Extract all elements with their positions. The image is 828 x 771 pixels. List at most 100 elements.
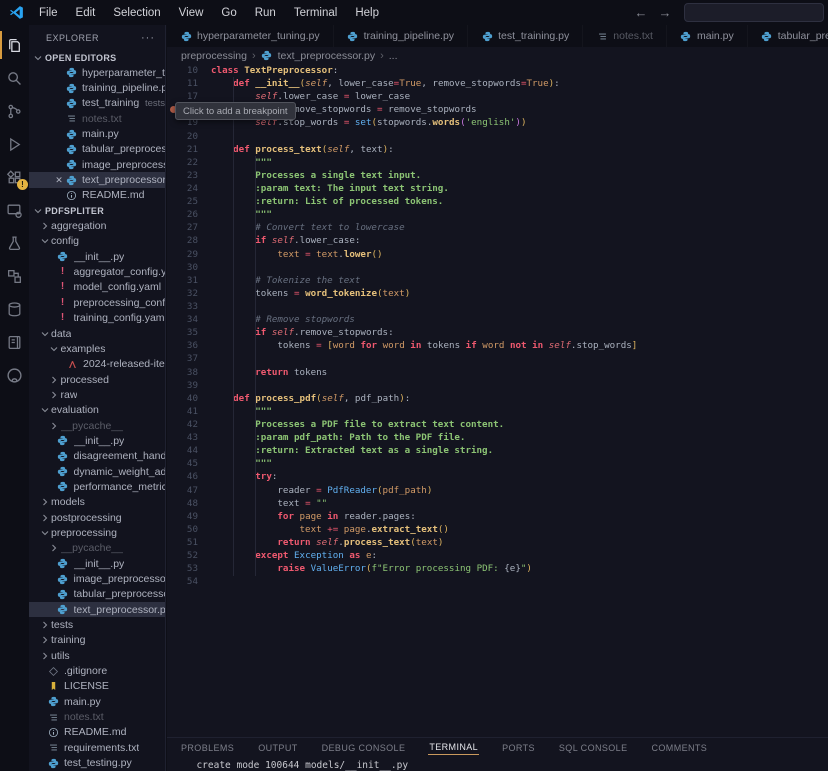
tree-file-__init__.py[interactable]: __init__.py [29,249,165,264]
line-number[interactable]: 45 [167,458,211,469]
line-number[interactable]: 53 [167,563,211,574]
code-line-52[interactable]: 52 except Exception as e: [167,549,828,562]
panel-tab-output[interactable]: OUTPUT [257,741,298,755]
panel-tab-ports[interactable]: PORTS [501,741,536,755]
line-number[interactable]: 46 [167,471,211,482]
tree-file-preprocessing_config.y...[interactable]: !preprocessing_config.y... [29,295,165,310]
tree-folder-processed[interactable]: processed [29,372,165,387]
tree-file-__init__.py[interactable]: __init__.py [29,433,165,448]
line-number[interactable]: 11 [167,78,211,89]
panel-tab-terminal[interactable]: TERMINAL [428,740,479,755]
code-line-34[interactable]: 34 # Remove stopwords [167,313,828,326]
line-number[interactable]: 38 [167,367,211,378]
tab-notes.txt[interactable]: notes.txt [583,25,667,47]
menu-run[interactable]: Run [246,4,285,22]
code-editor[interactable]: 10class TextPreprocessor:11 def __init__… [167,64,828,738]
code-line-35[interactable]: 35 if self.remove_stopwords: [167,326,828,339]
breadcrumb-file[interactable]: text_preprocessor.py [278,50,375,62]
line-number[interactable]: 34 [167,314,211,325]
open-editor-item[interactable]: README.md [29,188,165,203]
tree-file-__init__.py[interactable]: __init__.py [29,556,165,571]
open-editor-item[interactable]: test_training.pytests [29,96,165,111]
line-number[interactable]: 43 [167,432,211,443]
line-number[interactable]: 17 [167,91,211,102]
folder-section-header[interactable]: PDFSPLITER [29,203,165,218]
code-line-39[interactable]: 39 [167,379,828,392]
tree-file-image_preprocessor.py[interactable]: image_preprocessor.py [29,571,165,586]
tab-test_training.py[interactable]: test_training.py [468,25,583,47]
panel-tab-problems[interactable]: PROBLEMS [180,741,235,755]
code-line-11[interactable]: 11 def __init__(self, lower_case=True, r… [167,77,828,90]
code-line-38[interactable]: 38 return tokens [167,366,828,379]
line-number[interactable]: 23 [167,170,211,181]
line-number[interactable]: 51 [167,537,211,548]
line-number[interactable]: 10 [167,65,211,76]
line-number[interactable]: 42 [167,419,211,430]
tab-hyperparameter_tuning.py[interactable]: hyperparameter_tuning.py [167,25,334,47]
code-line-30[interactable]: 30 [167,261,828,274]
back-arrow-icon[interactable]: ← [634,5,648,20]
close-icon[interactable]: ✕ [53,175,65,186]
code-line-37[interactable]: 37 [167,352,828,365]
code-line-43[interactable]: 43 :param pdf_path: Path to the PDF file… [167,431,828,444]
code-line-49[interactable]: 49 for page in reader.pages: [167,510,828,523]
extensions-icon[interactable]: ! [0,165,29,189]
testing-icon[interactable] [0,231,29,255]
code-line-27[interactable]: 27 # Convert text to lowercase [167,221,828,234]
command-palette-box[interactable] [684,3,824,22]
tree-file-notes.txt[interactable]: notes.txt [29,709,165,724]
panel-tab-sql-console[interactable]: SQL CONSOLE [558,741,629,755]
menu-file[interactable]: File [30,4,67,22]
code-line-22[interactable]: 22 """ [167,156,828,169]
line-number[interactable]: 52 [167,550,211,561]
terminal-output[interactable]: create mode 100644 models/__init__.py [167,757,828,771]
open-editor-item[interactable]: image_preprocesso... [29,157,165,172]
tree-file-dynamic_weight_adjust...[interactable]: dynamic_weight_adjust... [29,464,165,479]
line-number[interactable]: 31 [167,275,211,286]
code-line-10[interactable]: 10class TextPreprocessor: [167,64,828,77]
menu-selection[interactable]: Selection [104,4,169,22]
line-number[interactable]: 25 [167,196,211,207]
code-line-24[interactable]: 24 :param text: The input text string. [167,182,828,195]
tree-file-requirements.txt[interactable]: requirements.txt [29,740,165,755]
code-line-48[interactable]: 48 text = "" [167,497,828,510]
line-number[interactable]: 28 [167,235,211,246]
source-control-icon[interactable] [0,99,29,123]
code-line-36[interactable]: 36 tokens = [word for word in tokens if … [167,339,828,352]
tree-file-README.md[interactable]: README.md [29,725,165,740]
tree-file-main.py[interactable]: main.py [29,694,165,709]
line-number[interactable]: 21 [167,144,211,155]
open-editor-item[interactable]: tabular_preprocess... [29,142,165,157]
line-number[interactable]: 44 [167,445,211,456]
code-line-47[interactable]: 47 reader = PdfReader(pdf_path) [167,484,828,497]
line-number[interactable]: 24 [167,183,211,194]
line-number[interactable]: 47 [167,485,211,496]
tree-file-model_config.yaml[interactable]: !model_config.yaml [29,280,165,295]
line-number[interactable]: 48 [167,498,211,509]
open-editors-header[interactable]: OPEN EDITORS [29,50,165,65]
tree-folder-training[interactable]: training [29,633,165,648]
code-line-51[interactable]: 51 return self.process_text(text) [167,536,828,549]
code-line-46[interactable]: 46 try: [167,470,828,483]
code-line-28[interactable]: 28 if self.lower_case: [167,234,828,247]
tree-folder-preprocessing[interactable]: preprocessing [29,525,165,540]
database-icon[interactable] [0,297,29,321]
tree-file-performance_metrics.py[interactable]: performance_metrics.py [29,479,165,494]
line-number[interactable]: 39 [167,380,211,391]
breadcrumb-symbol[interactable]: ... [389,50,398,62]
panel-tab-debug-console[interactable]: DEBUG CONSOLE [321,741,407,755]
tree-folder-examples[interactable]: examples [29,341,165,356]
tree-file-training_config.yaml[interactable]: !training_config.yaml [29,311,165,326]
line-number[interactable]: 50 [167,524,211,535]
menu-go[interactable]: Go [212,4,245,22]
remote-explorer-icon[interactable] [0,198,29,222]
line-number[interactable]: 37 [167,353,211,364]
tree-file-LICENSE[interactable]: LICENSE [29,679,165,694]
line-number[interactable]: 32 [167,288,211,299]
code-line-29[interactable]: 29 text = text.lower() [167,248,828,261]
tree-folder-__pycache__[interactable]: __pycache__ [29,541,165,556]
run-debug-icon[interactable] [0,132,29,156]
breadcrumb-folder[interactable]: preprocessing [181,50,247,62]
menu-edit[interactable]: Edit [67,4,105,22]
notebook-icon[interactable] [0,330,29,354]
